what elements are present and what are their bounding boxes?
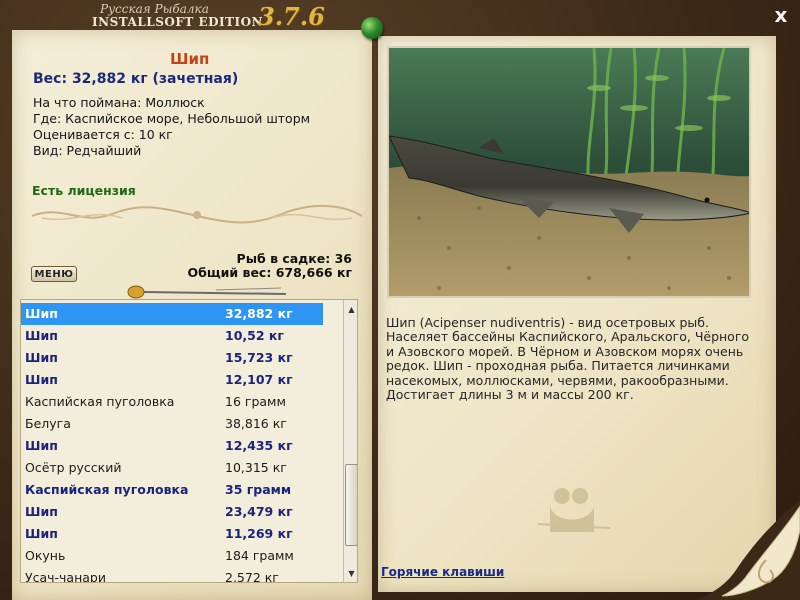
green-pin-icon [361,17,383,39]
list-item[interactable]: Шип 11,269 кг [21,523,323,545]
scroll-thumb[interactable] [345,464,357,546]
logo-edition: INSTALLSOFT EDITION [92,15,264,29]
list-item-weight: 10,52 кг [225,328,284,343]
list-item[interactable]: Шип 23,479 кг [21,501,323,523]
license-status: Есть лицензия [32,183,136,198]
close-icon[interactable]: x [770,4,792,26]
logo-title: Русская Рыбалка [100,2,209,16]
list-item-weight: 184 грамм [225,548,294,563]
list-item-weight: 16 грамм [225,394,286,409]
fish-description: Шип (Acipenser nudiventris) - вид осетро… [386,315,750,403]
sturgeon-image [389,48,749,296]
list-item-name: Шип [25,526,58,541]
menu-button[interactable]: МЕНЮ [31,266,77,282]
list-item-name: Шип [25,328,58,343]
fish-count: Рыб в садке: 36 [236,251,352,266]
list-item-name: Шип [25,350,58,365]
logo-version: 3.7.6 [258,2,325,31]
hotkeys-link[interactable]: Горячие клавиши [381,565,504,579]
ornament-divider [31,205,363,224]
list-item[interactable]: Каспийская пуголовка 35 грамм [21,479,323,501]
list-item-weight: 38,816 кг [225,416,287,431]
list-item-name: Каспийская пуголовка [25,482,189,497]
list-item-weight: 35 грамм [225,482,292,497]
fish-weight: Вес: 32,882 кг (зачетная) [33,71,239,87]
value-line: Оценивается с: 10 кг [33,127,173,142]
list-item[interactable]: Окунь 184 грамм [21,545,323,567]
down-arrow-icon[interactable]: ▼ [344,566,357,582]
fisherman-stamp-icon [537,488,611,532]
list-item-weight: 10,315 кг [225,460,287,475]
kind-line: Вид: Редчайший [33,143,142,158]
bait-line: На что поймана: Моллюск [33,95,205,110]
list-item[interactable]: Белуга 38,816 кг [21,413,323,435]
fish-list[interactable]: Шип 32,882 кг Шип 10,52 кг Шип 15,723 кг Шип 12… [20,299,358,583]
list-scrollbar[interactable]: ▲ ▼ [343,300,357,582]
list-item[interactable]: Шип 32,882 кг [21,303,323,325]
up-arrow-icon[interactable]: ▲ [344,302,357,318]
list-item-weight: 11,269 кг [225,526,293,541]
list-item-weight: 32,882 кг [225,306,293,321]
list-item-weight: 12,107 кг [225,372,293,387]
list-item[interactable]: Шип 12,107 кг [21,369,323,391]
list-item-weight: 15,723 кг [225,350,293,365]
list-item-weight: 2,572 кг [225,570,279,583]
list-item-name: Шип [25,306,58,321]
list-item-name: Осётр русский [25,460,122,475]
list-item[interactable]: Осётр русский 10,315 кг [21,457,323,479]
fish-photo [387,46,751,298]
list-item-name: Шип [25,438,58,453]
keepnet-stats: Рыб в садке: 36 Общий вес: 678,666 кг [150,251,353,280]
list-item-name: Белуга [25,416,71,431]
page-curl-icon [696,500,800,600]
list-item[interactable]: Усач-чанари 2,572 кг [21,567,323,583]
list-item[interactable]: Шип 12,435 кг [21,435,323,457]
list-item-name: Шип [25,504,58,519]
list-item[interactable]: Каспийская пуголовка 16 грамм [21,391,323,413]
fish-name-title: Шип [170,50,210,68]
list-item-weight: 23,479 кг [225,504,293,519]
list-item-name: Каспийская пуголовка [25,394,175,409]
catch-info: На что поймана: Моллюск Где: Каспийское … [33,95,310,159]
total-weight: Общий вес: 678,666 кг [187,265,353,280]
list-item[interactable]: Шип 10,52 кг [21,325,323,347]
place-line: Где: Каспийское море, Небольшой шторм [33,111,311,126]
list-item[interactable]: Шип 15,723 кг [21,347,323,369]
list-item-weight: 12,435 кг [225,438,293,453]
list-item-name: Шип [25,372,58,387]
list-item-name: Окунь [25,548,66,563]
list-item-name: Усач-чанари [25,570,106,583]
